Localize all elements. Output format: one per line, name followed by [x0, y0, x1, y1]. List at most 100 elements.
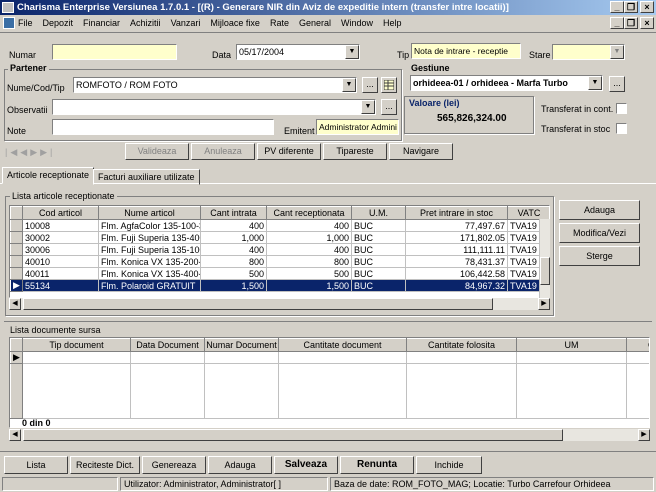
- table-row[interactable]: ▶ 55134 Flm. Polaroid GRATUIT 1,500 1,500 BUC…: [10, 279, 549, 292]
- col-nume-articol[interactable]: Nume articol: [98, 206, 201, 220]
- sources-grid[interactable]: Tip document Data Document Numar Documen…: [9, 337, 650, 428]
- col-cantitate-document[interactable]: Cantitate document: [278, 338, 407, 352]
- scroll-right-icon[interactable]: ▶: [638, 429, 650, 441]
- gestiune-combo[interactable]: orhideea-01 / orhideea - Marfa Turbo ▼: [410, 75, 603, 91]
- cell-pret-intrare: 77,497.67: [405, 219, 508, 232]
- child-window-icon[interactable]: [3, 17, 15, 29]
- chevron-down-icon[interactable]: ▼: [345, 45, 359, 59]
- articles-vscroll[interactable]: [539, 219, 550, 298]
- menu-vanzari[interactable]: Vanzari: [166, 15, 206, 31]
- tab-facturi-auxiliare[interactable]: Facturi auxiliare utilizate: [93, 169, 200, 185]
- transferat-cont-checkbox[interactable]: [616, 103, 627, 114]
- valideaza-button[interactable]: Valideaza: [125, 143, 189, 160]
- scroll-left-icon[interactable]: ◀: [9, 429, 21, 441]
- col-tip-document[interactable]: Tip document: [22, 338, 131, 352]
- col-pret-intrare[interactable]: Pret intrare in stoc: [405, 206, 508, 220]
- navigare-button[interactable]: Navigare: [389, 143, 453, 160]
- chevron-down-icon[interactable]: ▼: [610, 45, 624, 59]
- table-row[interactable]: [10, 363, 649, 419]
- pv-diferente-button[interactable]: PV diferente: [257, 143, 321, 160]
- col-cantitate-folosita[interactable]: Cantitate folosita: [406, 338, 517, 352]
- tip-field[interactable]: Nota de intrare - receptie: [411, 43, 521, 59]
- sources-hscroll[interactable]: ◀ ▶: [9, 429, 650, 441]
- adauga-articol-button[interactable]: Adauga: [559, 200, 640, 220]
- next-record-icon[interactable]: ▶: [30, 147, 40, 157]
- row-indicator: [10, 243, 23, 256]
- child-restore-icon[interactable]: ❐: [624, 17, 638, 29]
- table-row[interactable]: 30002 Flm. Fuji Superia 135-400- 1,000 1,00…: [10, 231, 549, 244]
- menu-rate[interactable]: Rate: [265, 15, 294, 31]
- partener-title: Partener: [8, 63, 49, 73]
- articles-vscroll-thumb[interactable]: [540, 257, 550, 285]
- tipareste-button[interactable]: Tipareste: [323, 143, 387, 160]
- reciteste-dict-button[interactable]: Reciteste Dict.: [70, 456, 140, 474]
- col-cant-intrata[interactable]: Cant intrata: [200, 206, 267, 220]
- observatii-browse-button[interactable]: ...: [381, 99, 397, 115]
- renunta-button[interactable]: Renunta: [340, 456, 414, 474]
- child-close-icon[interactable]: ×: [640, 17, 654, 29]
- table-row[interactable]: ▶: [10, 351, 649, 364]
- menu-window[interactable]: Window: [336, 15, 378, 31]
- col-cant-receptionata[interactable]: Cant receptionata: [266, 206, 352, 220]
- table-row[interactable]: 30006 Flm. Fuji Superia 135-100- 400 400 BUC…: [10, 243, 549, 256]
- minimize-icon[interactable]: _: [610, 1, 624, 13]
- stare-field[interactable]: ▼: [552, 44, 625, 60]
- col-numar-document[interactable]: Numar Document: [204, 338, 279, 352]
- record-navigator: |◀◀▶▶|: [5, 147, 55, 158]
- table-row[interactable]: 40010 Flm. Konica VX 135-200-3 800 800 BUC 78…: [10, 255, 549, 268]
- scroll-left-icon[interactable]: ◀: [9, 298, 21, 310]
- emitent-field[interactable]: Administrator Admini: [316, 119, 399, 135]
- note-field[interactable]: [52, 119, 274, 135]
- partener-combo[interactable]: ROMFOTO / ROM FOTO ▼: [73, 77, 357, 93]
- table-row[interactable]: 40011 Flm. Konica VX 135-400-3 500 500 BUC 10…: [10, 267, 549, 280]
- menu-achizitii[interactable]: Achizitii: [125, 15, 166, 31]
- articles-hscroll-thumb[interactable]: [23, 298, 493, 310]
- restore-icon[interactable]: ❐: [624, 1, 638, 13]
- window-titlebar: Charisma Enterprise Versiunea 1.7.0.1 - …: [0, 0, 656, 15]
- adauga-button[interactable]: Adauga: [208, 456, 272, 474]
- observatii-combo[interactable]: ▼: [52, 99, 376, 115]
- inchide-button[interactable]: Inchide: [416, 456, 482, 474]
- articles-grid[interactable]: Cod articol Nume articol Cant intrata Ca…: [9, 205, 550, 298]
- close-icon[interactable]: ×: [640, 1, 654, 13]
- menu-financiar[interactable]: Financiar: [78, 15, 125, 31]
- emitent-label: Emitent: [284, 126, 315, 136]
- data-field[interactable]: 05/17/2004 ▼: [236, 44, 360, 60]
- salveaza-button[interactable]: Salveaza: [274, 456, 338, 474]
- child-minimize-icon[interactable]: _: [610, 17, 624, 29]
- gestiune-browse-button[interactable]: ...: [609, 76, 625, 92]
- col-vatc[interactable]: VATC: [507, 206, 549, 220]
- partener-lookup-button[interactable]: [381, 77, 397, 93]
- partener-browse-button[interactable]: ...: [362, 77, 378, 93]
- articles-hscroll[interactable]: ◀ ▶: [9, 298, 550, 310]
- status-panel-empty: [2, 477, 118, 491]
- menu-help[interactable]: Help: [378, 15, 407, 31]
- chevron-down-icon[interactable]: ▼: [361, 100, 375, 114]
- menu-general[interactable]: General: [294, 15, 336, 31]
- chevron-down-icon[interactable]: ▼: [342, 78, 356, 92]
- lista-button[interactable]: Lista: [4, 456, 68, 474]
- col-cod-articol[interactable]: Cod articol: [22, 206, 99, 220]
- chevron-down-icon[interactable]: ▼: [588, 76, 602, 90]
- prev-record-icon[interactable]: ◀: [20, 147, 30, 157]
- scroll-right-icon[interactable]: ▶: [538, 298, 550, 310]
- anuleaza-button[interactable]: Anuleaza: [191, 143, 255, 160]
- first-record-icon[interactable]: |◀: [5, 147, 20, 157]
- menu-mijloace-fixe[interactable]: Mijloace fixe: [205, 15, 265, 31]
- col-um[interactable]: U.M.: [351, 206, 406, 220]
- tab-articole-receptionate[interactable]: Articole receptionate: [2, 167, 95, 184]
- genereaza-button[interactable]: Genereaza: [142, 456, 206, 474]
- table-row[interactable]: 10008 Flm. AgfaColor 135-100-36 400 400 BUC 7…: [10, 219, 549, 232]
- col-cod-articol[interactable]: Cod artico: [626, 338, 649, 352]
- transferat-stoc-checkbox[interactable]: [616, 123, 627, 134]
- modifica-vezi-button[interactable]: Modifica/Vezi: [559, 223, 640, 243]
- menu-depozit[interactable]: Depozit: [38, 15, 79, 31]
- sources-hscroll-thumb[interactable]: [23, 429, 563, 441]
- col-data-document[interactable]: Data Document: [130, 338, 205, 352]
- numar-field[interactable]: [52, 44, 177, 60]
- last-record-icon[interactable]: ▶|: [40, 147, 55, 157]
- row-indicator-header: [10, 206, 23, 220]
- col-um[interactable]: UM: [516, 338, 627, 352]
- sterge-articol-button[interactable]: Sterge: [559, 246, 640, 266]
- app-icon[interactable]: [2, 2, 14, 13]
